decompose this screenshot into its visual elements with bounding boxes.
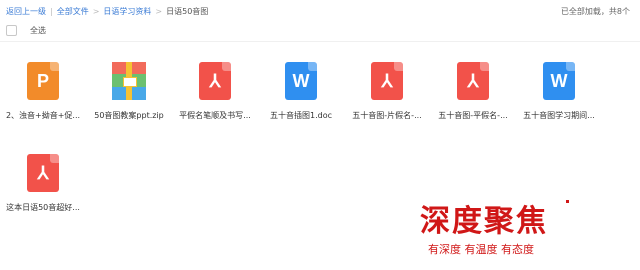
file-name: 五十音图学习期间... [523, 111, 595, 120]
file-name: 50音图教案ppt.zip [94, 111, 164, 120]
select-all-checkbox[interactable] [6, 25, 17, 36]
all-files-link[interactable]: 全部文件 [57, 7, 89, 16]
file-name: 2、浊音+拗音+促... [5, 111, 81, 120]
folder-link[interactable]: 日语学习资料 [103, 7, 151, 16]
file-item[interactable]: ⅄ 五十音图-片假名-... [344, 62, 430, 121]
file-name: 五十音图-平假名-... [438, 111, 508, 120]
pdf-file-icon: ⅄ [368, 62, 406, 100]
ppt-file-icon: P [24, 62, 62, 100]
current-folder: 日语50音图 [166, 7, 209, 16]
load-status: 已全部加载，共8个 [560, 7, 630, 16]
breadcrumb-separator: | [50, 7, 53, 16]
file-item[interactable]: P 2、浊音+拗音+促... [0, 62, 86, 121]
brand-watermark: 深度聚焦 有深度 有温度 有态度 [420, 205, 570, 257]
select-all-label: 全选 [30, 26, 46, 35]
back-link[interactable]: 返回上一级 [6, 7, 46, 16]
file-item[interactable]: ⅄ 五十音图-平假名-... [430, 62, 516, 121]
file-name: 平假名笔顺及书写... [179, 111, 251, 120]
file-item[interactable]: W 五十音插图1.doc [258, 62, 344, 121]
select-all-row[interactable]: 全选 [6, 25, 46, 36]
file-item[interactable]: ⅄ 这本日语50音超好... [0, 154, 86, 213]
pdf-file-icon: ⅄ [24, 154, 62, 192]
word-file-icon: W [540, 62, 578, 100]
pdf-file-icon: ⅄ [454, 62, 492, 100]
brand-subtitle: 有深度 有温度 有态度 [428, 243, 534, 256]
zip-archive-icon [110, 62, 148, 100]
file-item[interactable]: 50音图教案ppt.zip [86, 62, 172, 121]
word-file-icon: W [282, 62, 320, 100]
brand-title: 深度聚焦 [420, 204, 548, 239]
breadcrumb-separator: > [155, 7, 163, 16]
file-item[interactable]: ⅄ 平假名笔顺及书写... [172, 62, 258, 121]
file-name: 五十音插图1.doc [269, 111, 332, 120]
decorative-dot [566, 200, 569, 203]
breadcrumb-separator: > [92, 7, 100, 16]
file-name: 这本日语50音超好... [6, 203, 80, 212]
breadcrumb: 返回上一级 | 全部文件 > 日语学习资料 > 日语50音图 [6, 6, 208, 17]
file-name: 五十音图-片假名-... [352, 111, 422, 120]
pdf-file-icon: ⅄ [196, 62, 234, 100]
file-item[interactable]: W 五十音图学习期间... [516, 62, 602, 121]
header-divider [0, 41, 640, 42]
